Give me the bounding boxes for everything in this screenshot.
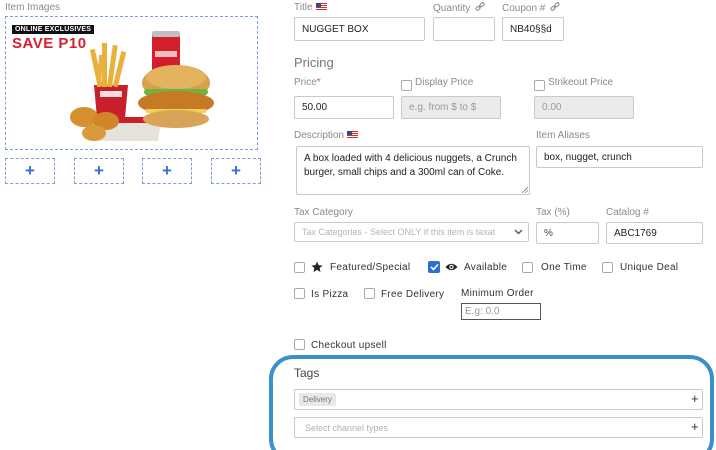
description-label: Description	[294, 130, 359, 141]
available-checkbox[interactable]	[428, 261, 440, 273]
quantity-label-text: Quantity	[433, 3, 471, 14]
display-price-checkbox[interactable]	[401, 80, 412, 91]
unique-deal-checkbox[interactable]	[602, 262, 613, 273]
link-icon[interactable]	[475, 2, 485, 12]
aliases-label: Item Aliases	[536, 130, 590, 141]
catalog-input[interactable]: ABC1769	[606, 222, 703, 244]
is-pizza-label: Is Pizza	[311, 289, 349, 300]
coupon-input[interactable]: NB40§§d	[502, 17, 564, 41]
one-time-checkbox[interactable]	[522, 262, 533, 273]
featured-label: Featured/Special	[330, 262, 411, 273]
tax-category-placeholder: Tax Categories - Select ONLY if this ite…	[302, 227, 496, 237]
tax-percent-label: Tax (%)	[536, 207, 570, 218]
description-textarea[interactable]: A box loaded with 4 delicious nuggets, a…	[296, 146, 530, 195]
unique-deal-label: Unique Deal	[620, 262, 679, 273]
us-flag-icon	[347, 131, 359, 139]
add-image-slot-1[interactable]: +	[5, 158, 55, 184]
pricing-heading: Pricing	[294, 55, 334, 70]
strikeout-price-input[interactable]: 0.00	[534, 96, 634, 119]
add-image-slot-3[interactable]: +	[142, 158, 192, 184]
us-flag-icon	[315, 3, 327, 11]
tag-chip[interactable]: Delivery	[299, 393, 336, 406]
tax-percent-placeholder: %	[544, 227, 553, 239]
quantity-label: Quantity	[433, 2, 485, 14]
minimum-order-input[interactable]: E.g: 0.0	[461, 303, 541, 320]
display-price-input[interactable]: e.g. from $ to $	[401, 96, 501, 119]
display-price-label: Display Price	[415, 77, 474, 88]
tax-percent-input[interactable]: %	[536, 222, 599, 244]
required-mark: *	[316, 77, 321, 88]
aliases-input[interactable]: box, nugget, crunch	[536, 146, 703, 168]
tax-category-label: Tax Category	[294, 207, 353, 218]
price-label: Price*	[294, 77, 321, 88]
free-delivery-checkbox[interactable]	[364, 288, 375, 299]
channel-types-placeholder: Select channel types	[305, 422, 389, 433]
add-image-slot-4[interactable]: +	[211, 158, 261, 184]
checkmark-icon	[429, 263, 439, 271]
main-image-dropzone[interactable]: ONLINE EXCLUSIVES SAVE P10	[5, 16, 258, 150]
catalog-label: Catalog #	[606, 207, 649, 218]
is-pizza-checkbox[interactable]	[294, 288, 305, 299]
star-icon	[311, 261, 323, 272]
eye-icon	[445, 263, 458, 271]
minimum-order-placeholder: E.g: 0.0	[465, 306, 500, 317]
title-label-text: Title	[294, 2, 313, 13]
coupon-label: Coupon #	[502, 2, 560, 14]
available-label: Available	[464, 262, 508, 273]
description-label-text: Description	[294, 130, 345, 141]
strikeout-price-label: Strikeout Price	[548, 77, 614, 88]
tags-input[interactable]: Delivery	[294, 389, 703, 410]
price-input[interactable]: 50.00	[294, 96, 394, 119]
minimum-order-label: Minimum Order	[461, 288, 534, 299]
food-image	[70, 31, 214, 141]
free-delivery-label: Free Delivery	[381, 289, 445, 300]
tax-category-select[interactable]: Tax Categories - Select ONLY if this ite…	[294, 222, 529, 242]
add-image-slot-2[interactable]: +	[74, 158, 124, 184]
checkout-upsell-checkbox[interactable]	[294, 339, 305, 350]
item-images-label: Item Images	[5, 2, 61, 13]
quantity-input[interactable]	[433, 17, 495, 41]
one-time-label: One Time	[541, 262, 587, 273]
chevron-down-icon[interactable]	[514, 229, 523, 235]
add-tag-icon[interactable]: +	[691, 391, 699, 406]
featured-checkbox[interactable]	[294, 262, 305, 273]
title-input[interactable]: NUGGET BOX	[294, 17, 425, 41]
title-label: Title	[294, 2, 327, 13]
price-label-text: Price	[294, 77, 317, 88]
checkout-upsell-label: Checkout upsell	[311, 340, 387, 351]
add-channel-icon[interactable]: +	[691, 419, 699, 434]
coupon-label-text: Coupon #	[502, 3, 546, 14]
tags-heading: Tags	[294, 366, 320, 380]
link-icon[interactable]	[550, 2, 560, 12]
channel-types-input[interactable]: Select channel types	[294, 417, 703, 438]
strikeout-price-checkbox[interactable]	[534, 80, 545, 91]
resize-handle-icon[interactable]	[521, 186, 528, 193]
